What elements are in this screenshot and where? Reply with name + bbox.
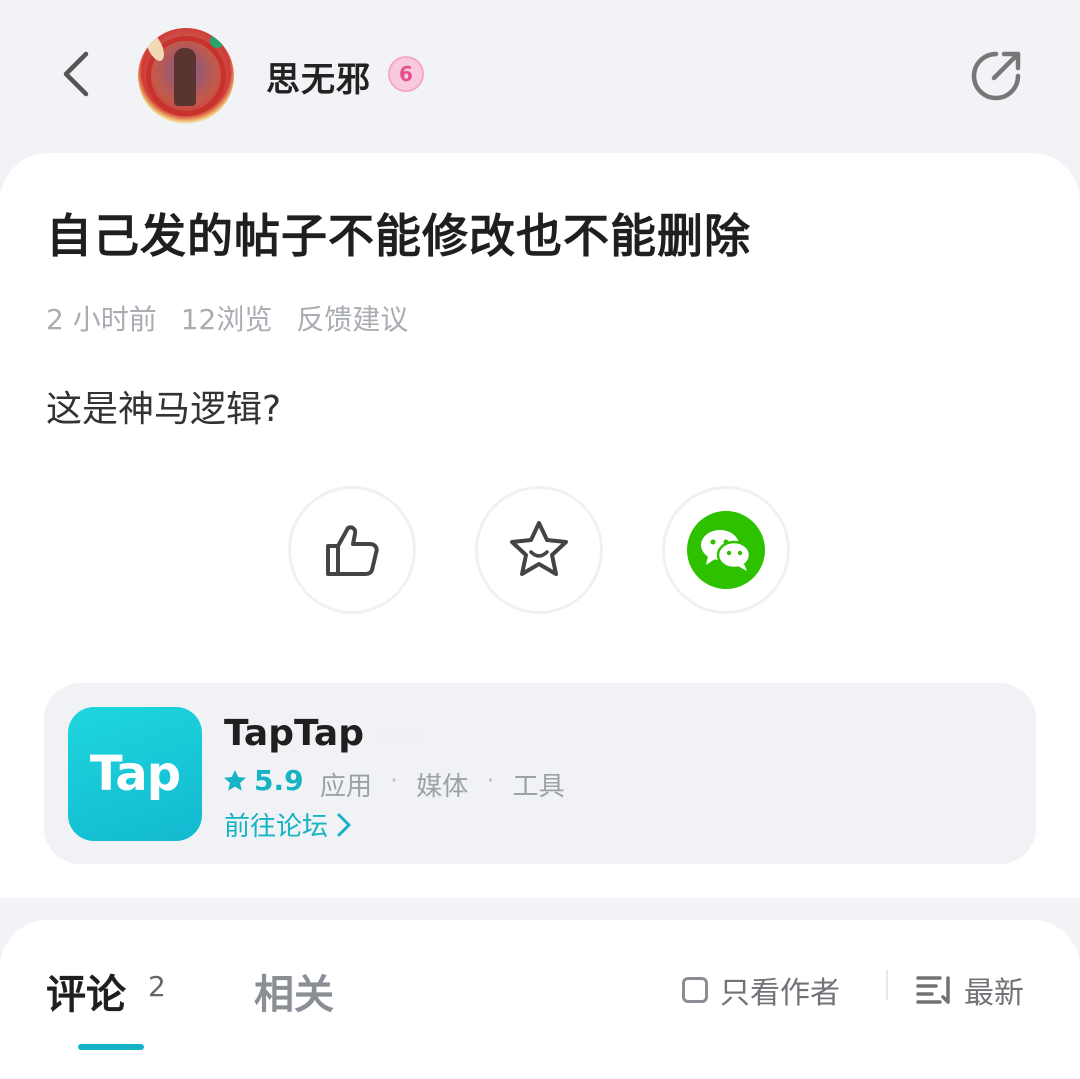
star-icon <box>510 521 568 576</box>
post-title: 自己发的帖子不能修改也不能删除 <box>46 209 751 263</box>
author-only-label: 只看作者 <box>720 976 840 1011</box>
author-only-toggle[interactable]: 只看作者 <box>682 968 840 1012</box>
thumbs-up-icon <box>326 525 379 576</box>
comments-count: 2 <box>148 970 166 1003</box>
tab-comments[interactable]: 评论 <box>46 962 126 1020</box>
tab-related[interactable]: 相关 <box>254 962 334 1020</box>
active-tab-indicator <box>78 1044 144 1050</box>
app-tag: 应用 <box>380 724 420 748</box>
post-views: 12浏览 <box>180 303 273 336</box>
post-time: 2 小时前 <box>46 303 157 336</box>
top-bar: 思无邪 6 <box>0 0 1080 150</box>
post-category[interactable]: 反馈建议 <box>296 298 408 338</box>
category-separator: · <box>486 766 495 796</box>
favorite-button[interactable] <box>475 486 603 614</box>
wechat-icon <box>687 511 765 589</box>
avatar[interactable] <box>138 28 234 124</box>
app-category: 工具 <box>512 772 565 802</box>
app-rating: 5.9 <box>222 764 304 797</box>
chevron-left-icon <box>63 51 89 97</box>
share-button[interactable] <box>966 46 1026 106</box>
wechat-share-button[interactable] <box>662 486 790 614</box>
post-content: 这是神马逻辑? <box>46 389 282 430</box>
rating-value: 5.9 <box>254 764 304 797</box>
app-category: 应用 <box>320 772 373 802</box>
checkbox[interactable] <box>682 977 708 1003</box>
share-icon <box>971 51 1021 101</box>
app-name[interactable]: TapTap <box>224 713 364 754</box>
goto-forum-link[interactable]: 前往论坛 <box>224 806 352 843</box>
sort-button[interactable]: 最新 <box>914 968 1024 1012</box>
sort-icon <box>916 976 950 1004</box>
sort-label: 最新 <box>964 976 1024 1011</box>
chevron-right-icon <box>337 813 351 836</box>
goto-forum-label: 前往论坛 <box>224 812 329 842</box>
post-meta: 2 小时前 12浏览 反馈建议 <box>46 298 408 338</box>
username[interactable]: 思无邪 <box>266 52 371 101</box>
level-badge: 6 <box>388 56 424 92</box>
app-categories: 应用 · 媒体 · 工具 <box>320 766 565 803</box>
like-button[interactable] <box>288 486 416 614</box>
category-separator: · <box>390 766 399 796</box>
app-category: 媒体 <box>416 772 469 802</box>
taptap-app-icon[interactable]: Tap <box>68 707 202 841</box>
divider <box>886 970 888 1000</box>
star-filled-icon <box>224 769 246 791</box>
back-button[interactable] <box>48 46 104 102</box>
